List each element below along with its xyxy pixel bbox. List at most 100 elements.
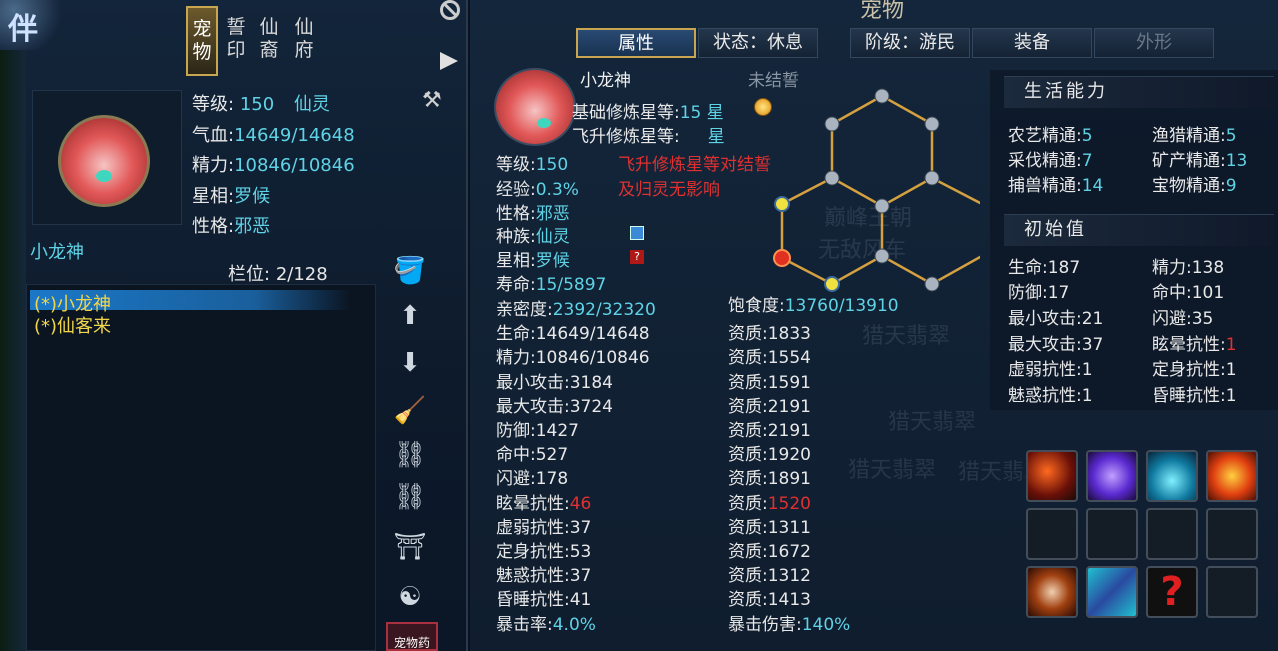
pet-sleep-button[interactable]: ☯ xyxy=(386,576,434,618)
skill-slot-empty[interactable] xyxy=(1146,508,1198,560)
skill-swirl-icon[interactable] xyxy=(1026,566,1078,618)
pet-list-item[interactable]: (*)仙客来 xyxy=(34,312,111,338)
skill-slot-empty[interactable] xyxy=(1206,566,1258,618)
left-race-value: 仙灵 xyxy=(293,94,330,115)
pagoda-button[interactable]: ⛩ xyxy=(386,526,434,568)
life-skill-item: 矿产精通:13 xyxy=(1152,151,1248,171)
attr-aptitude: 资质:1413 xyxy=(728,590,811,610)
skill-flame-icon[interactable] xyxy=(1206,450,1258,502)
skill-fire-claw-icon[interactable] xyxy=(1026,450,1078,502)
attr-aptitude: 资质:1312 xyxy=(728,566,811,586)
logo-glyph: 伴 xyxy=(8,12,38,47)
initial-item: 最大攻击:37 xyxy=(1008,335,1104,355)
star-row: 星相:罗候 xyxy=(496,251,570,271)
left-star-row: 星相:罗候 xyxy=(192,186,271,207)
life-row: 寿命:15/5897 xyxy=(496,275,607,295)
left-level-row: 等级: 150 仙灵 xyxy=(192,94,330,115)
initial-item: 防御:17 xyxy=(1008,283,1070,303)
tab-appearance[interactable]: 外形 xyxy=(1094,28,1214,58)
skill-lightning-icon[interactable] xyxy=(1086,450,1138,502)
chain-button-1[interactable]: ⛓ xyxy=(386,434,434,476)
attr-row: 命中:527 xyxy=(496,445,569,465)
watermark: 猎天翡翠 xyxy=(862,324,951,349)
attr-aptitude: 资质:1311 xyxy=(728,518,811,538)
move-down-button[interactable]: ⬇ xyxy=(386,342,434,384)
race-row: 种族:仙灵 xyxy=(496,227,570,247)
slot-count: 栏位: 2/128 xyxy=(228,264,328,285)
tab-pet[interactable]: 宠 物 xyxy=(186,6,218,76)
star-sign-icon: ? xyxy=(630,250,644,264)
initial-item: 生命:187 xyxy=(1008,258,1081,278)
tab-attributes[interactable]: 属性 xyxy=(576,28,696,58)
skill-slot-empty[interactable] xyxy=(1086,508,1138,560)
attr-row: 昏睡抗性:41 xyxy=(496,590,592,610)
move-up-button[interactable]: ⬆ xyxy=(386,295,434,337)
attr-aptitude: 资质:2191 xyxy=(728,421,811,441)
skill-wind-icon[interactable] xyxy=(1146,450,1198,502)
attr-aptitude: 资质:2191 xyxy=(728,397,811,417)
star-node[interactable] xyxy=(874,248,890,264)
initial-item: 最小攻击:21 xyxy=(1008,309,1104,329)
attr-row: 精力:10846/10846 xyxy=(496,348,650,368)
pet-list[interactable] xyxy=(26,284,376,651)
notice-line-1: 飞升修炼星等对结誓 xyxy=(618,155,771,175)
skill-slot-empty[interactable] xyxy=(1206,508,1258,560)
close-icon[interactable] xyxy=(440,0,460,20)
pet-portrait-eye xyxy=(537,118,551,128)
tools-icon[interactable]: ⚒ xyxy=(422,88,442,113)
attr-row: 眩晕抗性:46 xyxy=(496,494,592,514)
attr-row: 定身抗性:53 xyxy=(496,542,592,562)
star-node[interactable] xyxy=(924,170,940,186)
tab-rank[interactable]: 阶级：游民 xyxy=(850,28,970,58)
star-node[interactable] xyxy=(874,198,890,214)
initial-item: 眩晕抗性:1 xyxy=(1152,335,1237,355)
pet-medicine-button[interactable]: 宠物药 xyxy=(386,622,438,651)
skill-cross-blade-icon[interactable] xyxy=(1086,566,1138,618)
star-node[interactable] xyxy=(874,88,890,104)
release-pet-button[interactable]: 🧹 xyxy=(386,390,434,432)
initial-item: 精力:138 xyxy=(1152,258,1225,278)
tab-immortal-descendant[interactable]: 仙 裔 xyxy=(253,6,285,76)
initial-item: 定身抗性:1 xyxy=(1152,360,1237,380)
crit-row: 暴击率:4.0% xyxy=(496,615,596,635)
star-node[interactable] xyxy=(824,170,840,186)
star-node[interactable] xyxy=(824,116,840,132)
skill-slot-empty[interactable] xyxy=(1026,508,1078,560)
attr-row: 最大攻击:3724 xyxy=(496,397,613,417)
life-skills-header: 生活能力 xyxy=(1004,76,1274,108)
left-nature-row: 性格:邪恶 xyxy=(192,216,271,237)
attr-row: 防御:1427 xyxy=(496,421,579,441)
left-mp-row: 精力:10846/10846 xyxy=(192,155,355,176)
expand-arrow-icon[interactable] xyxy=(440,52,458,70)
moon-node-icon[interactable] xyxy=(774,196,790,212)
star-node[interactable] xyxy=(924,276,940,292)
initial-item: 魅惑抗性:1 xyxy=(1008,386,1093,406)
tab-status[interactable]: 状态：休息 xyxy=(698,28,818,58)
life-skill-item: 采伐精通:7 xyxy=(1008,151,1093,171)
left-level-value: 150 xyxy=(239,94,275,115)
feed-pet-button[interactable]: 🪣 xyxy=(386,250,434,292)
crit-damage-row: 暴击伤害:140% xyxy=(728,615,851,635)
initial-item: 昏睡抗性:1 xyxy=(1152,386,1237,406)
attr-row: 闪避:178 xyxy=(496,469,569,489)
attr-aptitude: 资质:1920 xyxy=(728,445,811,465)
initial-item: 命中:101 xyxy=(1152,283,1225,303)
attr-aptitude: 资质:1891 xyxy=(728,469,811,489)
tab-equipment[interactable]: 装备 xyxy=(972,28,1092,58)
base-star-row: 基础修炼星等:15 星 xyxy=(572,103,724,123)
tab-oath-seal[interactable]: 誓 印 xyxy=(220,6,252,76)
life-skill-item: 渔猎精通:5 xyxy=(1152,126,1237,146)
tab-immortal-mansion[interactable]: 仙 府 xyxy=(288,6,320,76)
nature-row: 性格:邪恶 xyxy=(496,204,570,224)
initial-values-header: 初始值 xyxy=(1004,214,1274,246)
attr-row: 最小攻击:3184 xyxy=(496,373,613,393)
notice-line-2: 及归灵无影响 xyxy=(618,180,720,200)
sun-node-icon[interactable] xyxy=(773,249,791,267)
chain-button-2[interactable]: ⛓ xyxy=(386,476,434,518)
moon-node-icon[interactable] xyxy=(824,276,840,292)
life-skill-item: 捕兽精通:14 xyxy=(1008,176,1104,196)
attr-row: 生命:14649/14648 xyxy=(496,324,650,344)
attr-aptitude: 资质:1672 xyxy=(728,542,811,562)
star-node[interactable] xyxy=(924,116,940,132)
skill-unknown-icon[interactable]: ? xyxy=(1146,566,1198,618)
